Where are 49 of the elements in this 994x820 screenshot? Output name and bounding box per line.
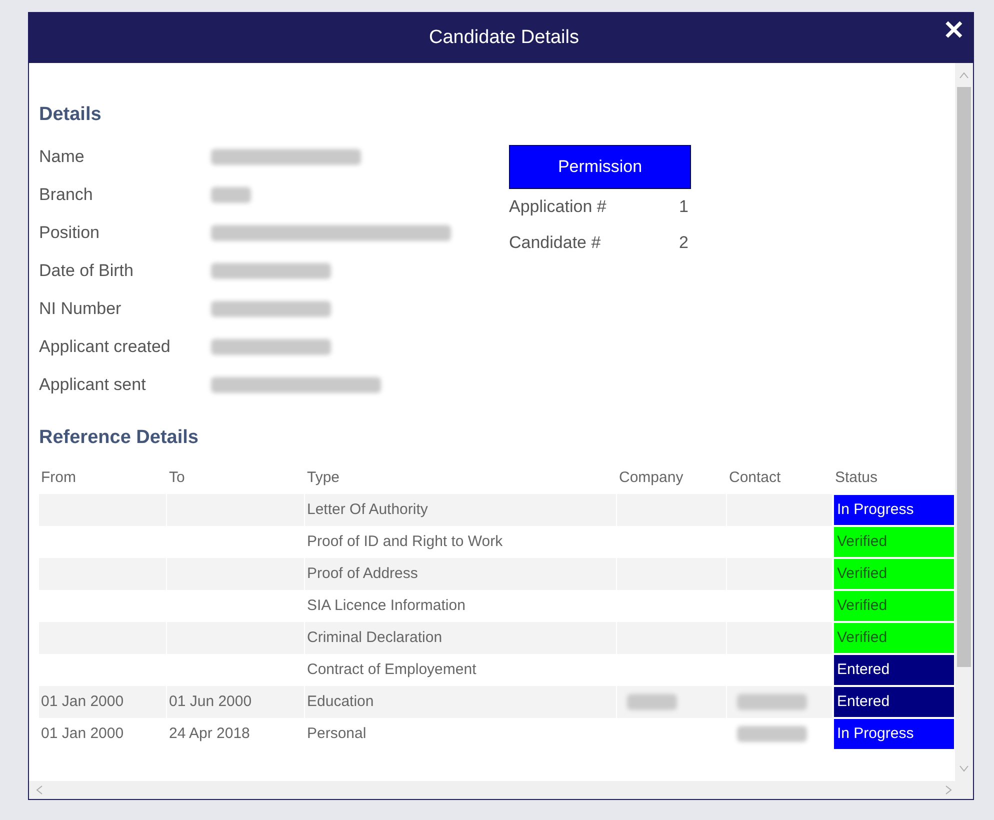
field-label: Date of Birth <box>39 260 134 282</box>
status-badge: Entered <box>833 654 955 686</box>
permission-button[interactable]: Permission <box>509 145 691 189</box>
scroll-up-icon[interactable] <box>959 71 969 79</box>
section-heading: Reference Details <box>39 426 200 450</box>
scroll-right-icon[interactable] <box>945 785 953 795</box>
column-header: Status <box>834 468 879 488</box>
table-cell-text: 24 Apr 2018 <box>169 724 250 744</box>
field-value: 2 <box>679 232 688 254</box>
field-label: Name <box>39 146 86 168</box>
status-badge: Verified <box>833 622 955 654</box>
table-cell-text: Personal <box>307 724 366 744</box>
table-cell-text: Criminal Declaration <box>307 628 442 648</box>
section-heading: Details <box>39 103 102 127</box>
field-label: Applicant sent <box>39 374 147 396</box>
close-button[interactable]: ✕ <box>939 17 969 43</box>
scrollbar-thumb[interactable] <box>957 87 971 667</box>
status-badge: Entered <box>833 686 955 718</box>
column-header: Contact <box>728 468 782 488</box>
status-badge: In Progress <box>833 494 955 526</box>
table-cell-text: Proof of Address <box>307 564 418 584</box>
table-cell-text: Contract of Employement <box>307 660 476 680</box>
table-cell-text: 01 Jan 2000 <box>41 692 124 712</box>
scroll-left-icon[interactable] <box>35 785 43 795</box>
table-cell-text: Proof of ID and Right to Work <box>307 532 503 552</box>
field-label: Applicant created <box>39 336 172 358</box>
field-label: Candidate # <box>509 232 602 254</box>
horizontal-scrollbar[interactable] <box>29 781 973 799</box>
field-label: Application # <box>509 196 608 218</box>
status-badge: Verified <box>833 558 955 590</box>
window-title: Candidate Details <box>428 26 580 50</box>
table-cell-text: SIA Licence Information <box>307 596 466 616</box>
column-header: From <box>40 468 77 488</box>
table-cell-text: Letter Of Authority <box>307 500 428 520</box>
table-cell-text: 01 Jun 2000 <box>169 692 252 712</box>
column-header: Company <box>618 468 684 488</box>
column-header: Type <box>306 468 341 488</box>
field-label: Position <box>39 222 100 244</box>
field-label: NI Number <box>39 298 122 320</box>
status-badge: Verified <box>833 526 955 558</box>
status-badge: In Progress <box>833 718 955 750</box>
table-cell-text: Education <box>307 692 374 712</box>
field-label: Branch <box>39 184 94 206</box>
vertical-scrollbar[interactable] <box>955 63 973 781</box>
scroll-down-icon[interactable] <box>959 765 969 773</box>
column-header: To <box>168 468 186 488</box>
field-value: 1 <box>679 196 688 218</box>
status-badge: Verified <box>833 590 955 622</box>
table-cell-text: 01 Jan 2000 <box>41 724 124 744</box>
